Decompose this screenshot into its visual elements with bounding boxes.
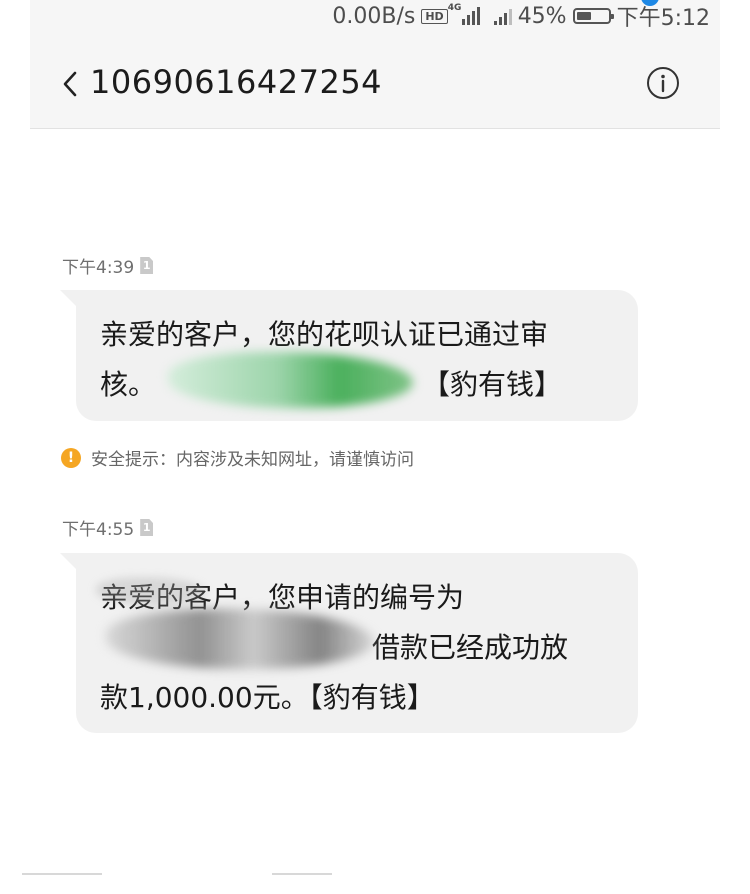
battery-percent: 45% bbox=[517, 3, 567, 29]
signal-icon bbox=[493, 7, 512, 25]
back-icon[interactable] bbox=[60, 70, 80, 98]
net-speed: 0.00B/s bbox=[332, 3, 416, 29]
security-warning: ! 安全提示：内容涉及未知网址，请谨慎访问 bbox=[61, 445, 414, 470]
signal-4g-icon: 4G bbox=[448, 4, 480, 25]
clock: 下午5:12 bbox=[616, 6, 710, 31]
message-line: 款1,000.00元。【豹有钱】 bbox=[100, 681, 435, 714]
hd-icon: HD bbox=[421, 8, 448, 24]
sim-card-icon: 1 bbox=[140, 257, 154, 274]
battery-icon bbox=[572, 8, 614, 24]
info-icon[interactable] bbox=[646, 66, 680, 100]
redaction-mark bbox=[96, 577, 206, 605]
message-bubble[interactable]: 亲爱的客户，您的花呗认证已通过审 核。 【豹有钱】 bbox=[60, 290, 638, 421]
sim-card-icon: 1 bbox=[140, 519, 154, 536]
message-time: 下午4:55 1 bbox=[62, 515, 154, 540]
contact-number: 10690616427254 bbox=[90, 63, 383, 101]
warning-icon: ! bbox=[61, 447, 81, 468]
message-time: 下午4:39 1 bbox=[62, 253, 154, 278]
status-bar: 0.00B/s HD 4G 45% 下午5:12 bbox=[332, 2, 710, 32]
message-bubble[interactable]: 亲爱的客户，您申请的编号为 借款已经成功放 款1,000.00元。【豹有钱】 bbox=[60, 553, 638, 733]
message-line: 亲爱的客户，您的花呗认证已通过审 bbox=[100, 318, 549, 351]
